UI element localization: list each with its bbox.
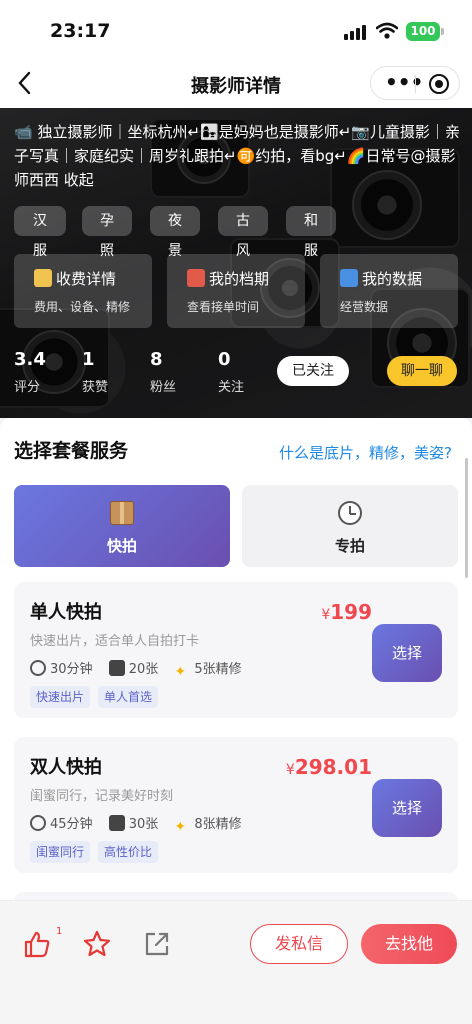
package-features: 45分钟 30张 ✦ 8张精修 (30, 813, 254, 836)
stat-followers[interactable]: 8 粉丝 (150, 348, 190, 395)
package-price: ¥298.01 (286, 755, 372, 779)
style-tag[interactable]: 孕照 (82, 206, 132, 259)
stopwatch-icon (338, 501, 362, 525)
duration: 30分钟 (50, 662, 93, 677)
camera-icon (108, 815, 125, 831)
chat-button[interactable]: 聊一聊 (387, 356, 457, 386)
sparkle-icon: ✦ (174, 664, 187, 680)
stat-value: 1 (82, 349, 95, 370)
package-tag: 闺蜜同行 (30, 841, 91, 863)
package-card[interactable]: 双人快拍 ¥298.01 闺蜜同行，记录美好时刻 45分钟 30张 ✦ 8张精修 … (14, 737, 458, 873)
capsule-divider (415, 75, 416, 93)
card-title: 我的档期 (209, 270, 270, 288)
sparkle-icon: ✦ (174, 819, 187, 835)
style-tag[interactable]: 和服 (286, 206, 336, 259)
package-name: 双人快拍 (30, 757, 102, 778)
style-tag[interactable]: 汉服 (14, 206, 66, 259)
price-value: 199 (330, 600, 372, 624)
retouch-count: 8张精修 (194, 817, 242, 832)
package-card[interactable]: 单人快拍 ¥199 快速出片，适合单人自拍打卡 30分钟 20张 ✦ 5张精修 快… (14, 582, 458, 718)
more-dots-icon[interactable]: ••• (385, 72, 423, 92)
stat-label: 获赞 (82, 380, 109, 395)
card-subtitle: 费用、设备、精修 (34, 300, 131, 314)
like-count: 1 (56, 926, 63, 937)
section-title: 选择套餐服务 (14, 440, 129, 462)
mini-program-capsule: ••• (370, 66, 460, 100)
nav-bar: 摄影师详情 ••• (0, 60, 472, 108)
calendar-icon (187, 269, 205, 287)
battery-tip (441, 28, 444, 35)
target-icon[interactable] (429, 74, 449, 94)
card-subtitle: 查看接单时间 (187, 300, 260, 314)
currency-symbol: ¥ (285, 762, 295, 778)
duration: 45分钟 (50, 817, 93, 832)
profile-hero: 📹 独立摄影师｜坐标杭州↵👩‍👧是妈妈也是摄影师↵📷儿童摄影｜亲子写真｜家庭纪实… (0, 108, 472, 418)
card-title: 我的数据 (362, 270, 423, 288)
tab-label: 快拍 (106, 537, 137, 555)
stat-label: 评分 (14, 380, 41, 395)
stat-value: 0 (218, 349, 231, 370)
wifi-icon (376, 22, 398, 39)
package-panel: 选择套餐服务 什么是底片，精修，美姿? 快拍 专拍 单人快拍 ¥199 快速出片… (0, 418, 472, 918)
stopwatch-icon (30, 815, 46, 831)
package-description: 快速出片，适合单人自拍打卡 (30, 634, 200, 649)
package-tags: 快速出片 单人首选 (30, 686, 166, 708)
style-tag[interactable]: 古风 (218, 206, 268, 259)
package-price: ¥199 (321, 600, 372, 624)
package-icon (110, 501, 134, 525)
star-icon[interactable] (82, 929, 112, 959)
package-description: 闺蜜同行，记录美好时刻 (30, 789, 174, 804)
card-subtitle: 经营数据 (340, 300, 389, 314)
tab-label: 专拍 (334, 537, 365, 555)
package-tags: 闺蜜同行 高性价比 (30, 841, 166, 863)
scrollbar[interactable] (465, 458, 468, 578)
photographer-bio: 📹 独立摄影师｜坐标杭州↵👩‍👧是妈妈也是摄影师↵📷儿童摄影｜亲子写真｜家庭纪实… (14, 123, 460, 189)
help-link[interactable]: 什么是底片，精修，美姿? (279, 442, 452, 463)
stopwatch-icon (30, 660, 46, 676)
package-tag: 单人首选 (98, 686, 159, 708)
camera-icon (108, 660, 125, 676)
select-button[interactable]: 选择 (372, 779, 442, 837)
tab-quick-shoot[interactable]: 快拍 (14, 485, 230, 567)
retouch-count: 5张精修 (194, 662, 242, 677)
photo-count: 20张 (128, 662, 159, 677)
find-photographer-button[interactable]: 去找他 (361, 924, 457, 964)
thumbs-up-icon[interactable] (22, 929, 52, 959)
stat-value: 8 (150, 349, 163, 370)
follow-button[interactable]: 已关注 (277, 356, 349, 386)
stat-label: 粉丝 (150, 380, 177, 395)
pricing-card[interactable]: 收费详情 费用、设备、精修 (14, 254, 152, 328)
stat-following[interactable]: 0 关注 (218, 348, 258, 395)
signal-icon (344, 24, 368, 40)
battery-indicator: 100 (406, 22, 440, 41)
send-message-button[interactable]: 发私信 (250, 924, 348, 964)
package-tag: 快速出片 (30, 686, 91, 708)
share-icon[interactable] (142, 929, 172, 959)
package-tag: 高性价比 (98, 841, 159, 863)
style-tag[interactable]: 夜景 (150, 206, 200, 259)
tab-pro-shoot[interactable]: 专拍 (242, 485, 458, 567)
data-card[interactable]: 我的数据 经营数据 (320, 254, 458, 328)
status-time: 23:17 (50, 20, 111, 42)
price-value: 298.01 (294, 755, 372, 779)
package-name: 单人快拍 (30, 602, 102, 623)
bar-chart-icon (340, 269, 358, 287)
currency-symbol: ¥ (321, 607, 331, 623)
status-bar: 23:17 100 (0, 0, 472, 60)
stat-rating: 3.4 评分 (14, 348, 54, 395)
stat-value: 3.4 (14, 349, 46, 370)
select-button[interactable]: 选择 (372, 624, 442, 682)
stat-label: 关注 (218, 380, 245, 395)
package-features: 30分钟 20张 ✦ 5张精修 (30, 658, 254, 681)
clipboard-icon (34, 269, 52, 287)
bottom-action-bar: 1 发私信 去找他 (0, 900, 472, 1024)
card-title: 收费详情 (56, 270, 117, 288)
photo-count: 30张 (128, 817, 159, 832)
stat-likes: 1 获赞 (82, 348, 122, 395)
schedule-card[interactable]: 我的档期 查看接单时间 (167, 254, 305, 328)
